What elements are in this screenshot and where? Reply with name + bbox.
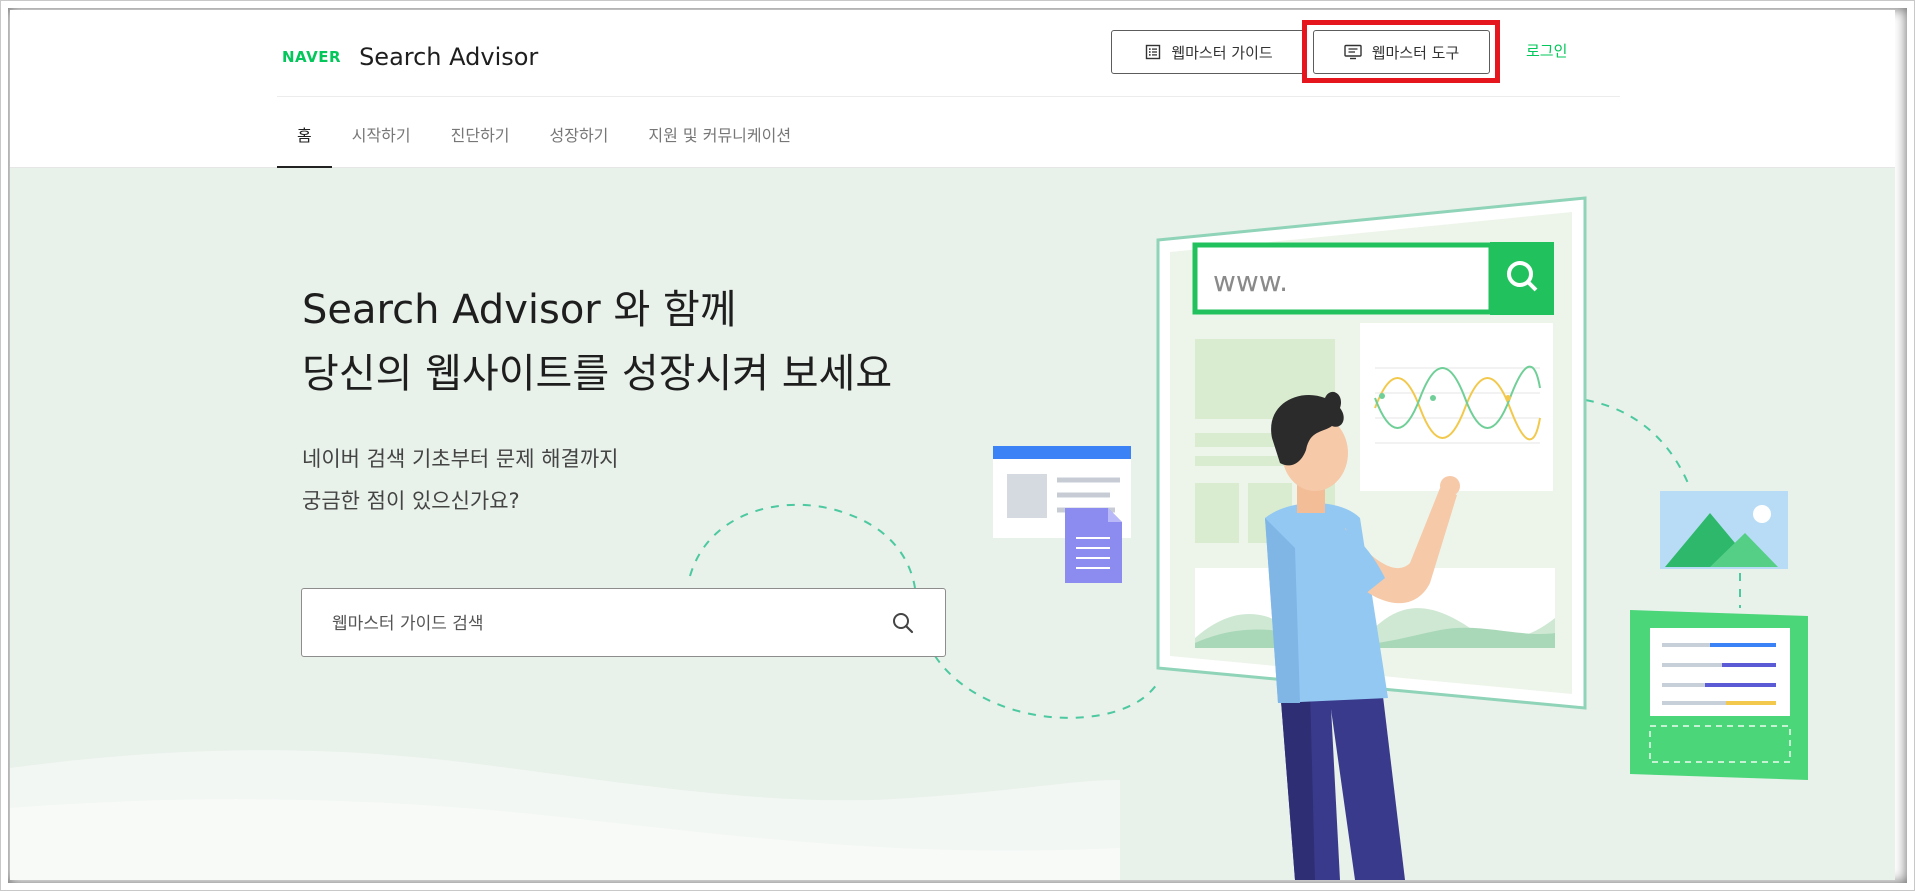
webmaster-tool-label: 웹마스터 도구 [1371,43,1460,62]
screenshot-frame: NAVER Search Advisor 웹마스터 가이드 웹마스터 도구 로그… [0,0,1915,891]
search-icon[interactable] [891,611,915,635]
guide-search-input[interactable] [330,589,854,658]
brand[interactable]: NAVER Search Advisor [282,40,538,74]
page: NAVER Search Advisor 웹마스터 가이드 웹마스터 도구 로그… [10,10,1895,880]
document-list-icon [1146,44,1161,60]
illustration-url-text: www. [1213,265,1288,298]
nav-item-grow[interactable]: 성장하기 [530,100,629,167]
header: NAVER Search Advisor 웹마스터 가이드 웹마스터 도구 로그… [10,10,1895,168]
main-nav: 홈 시작하기 진단하기 성장하기 지원 및 커뮤니케이션 [277,100,811,168]
nav-item-home[interactable]: 홈 [277,100,332,168]
webmaster-guide-button[interactable]: 웹마스터 가이드 [1111,30,1307,74]
header-divider [277,96,1620,97]
nav-item-start[interactable]: 시작하기 [332,100,431,167]
webmaster-tool-button[interactable]: 웹마스터 도구 [1313,30,1490,74]
brand-title[interactable]: Search Advisor [359,43,538,71]
webmaster-guide-label: 웹마스터 가이드 [1171,43,1273,62]
naver-logo[interactable]: NAVER [282,48,341,66]
guide-search-box[interactable] [301,588,946,658]
nav-item-diagnose[interactable]: 진단하기 [431,100,530,167]
monitor-icon [1344,44,1362,60]
hero-section: Search Advisor 와 함께 당신의 웹사이트를 성장시켜 보세요 네… [10,168,1895,880]
hero-illustration: www. [689,196,1808,880]
nav-item-support[interactable]: 지원 및 커뮤니케이션 [628,100,811,167]
login-link[interactable]: 로그인 [1526,40,1567,64]
